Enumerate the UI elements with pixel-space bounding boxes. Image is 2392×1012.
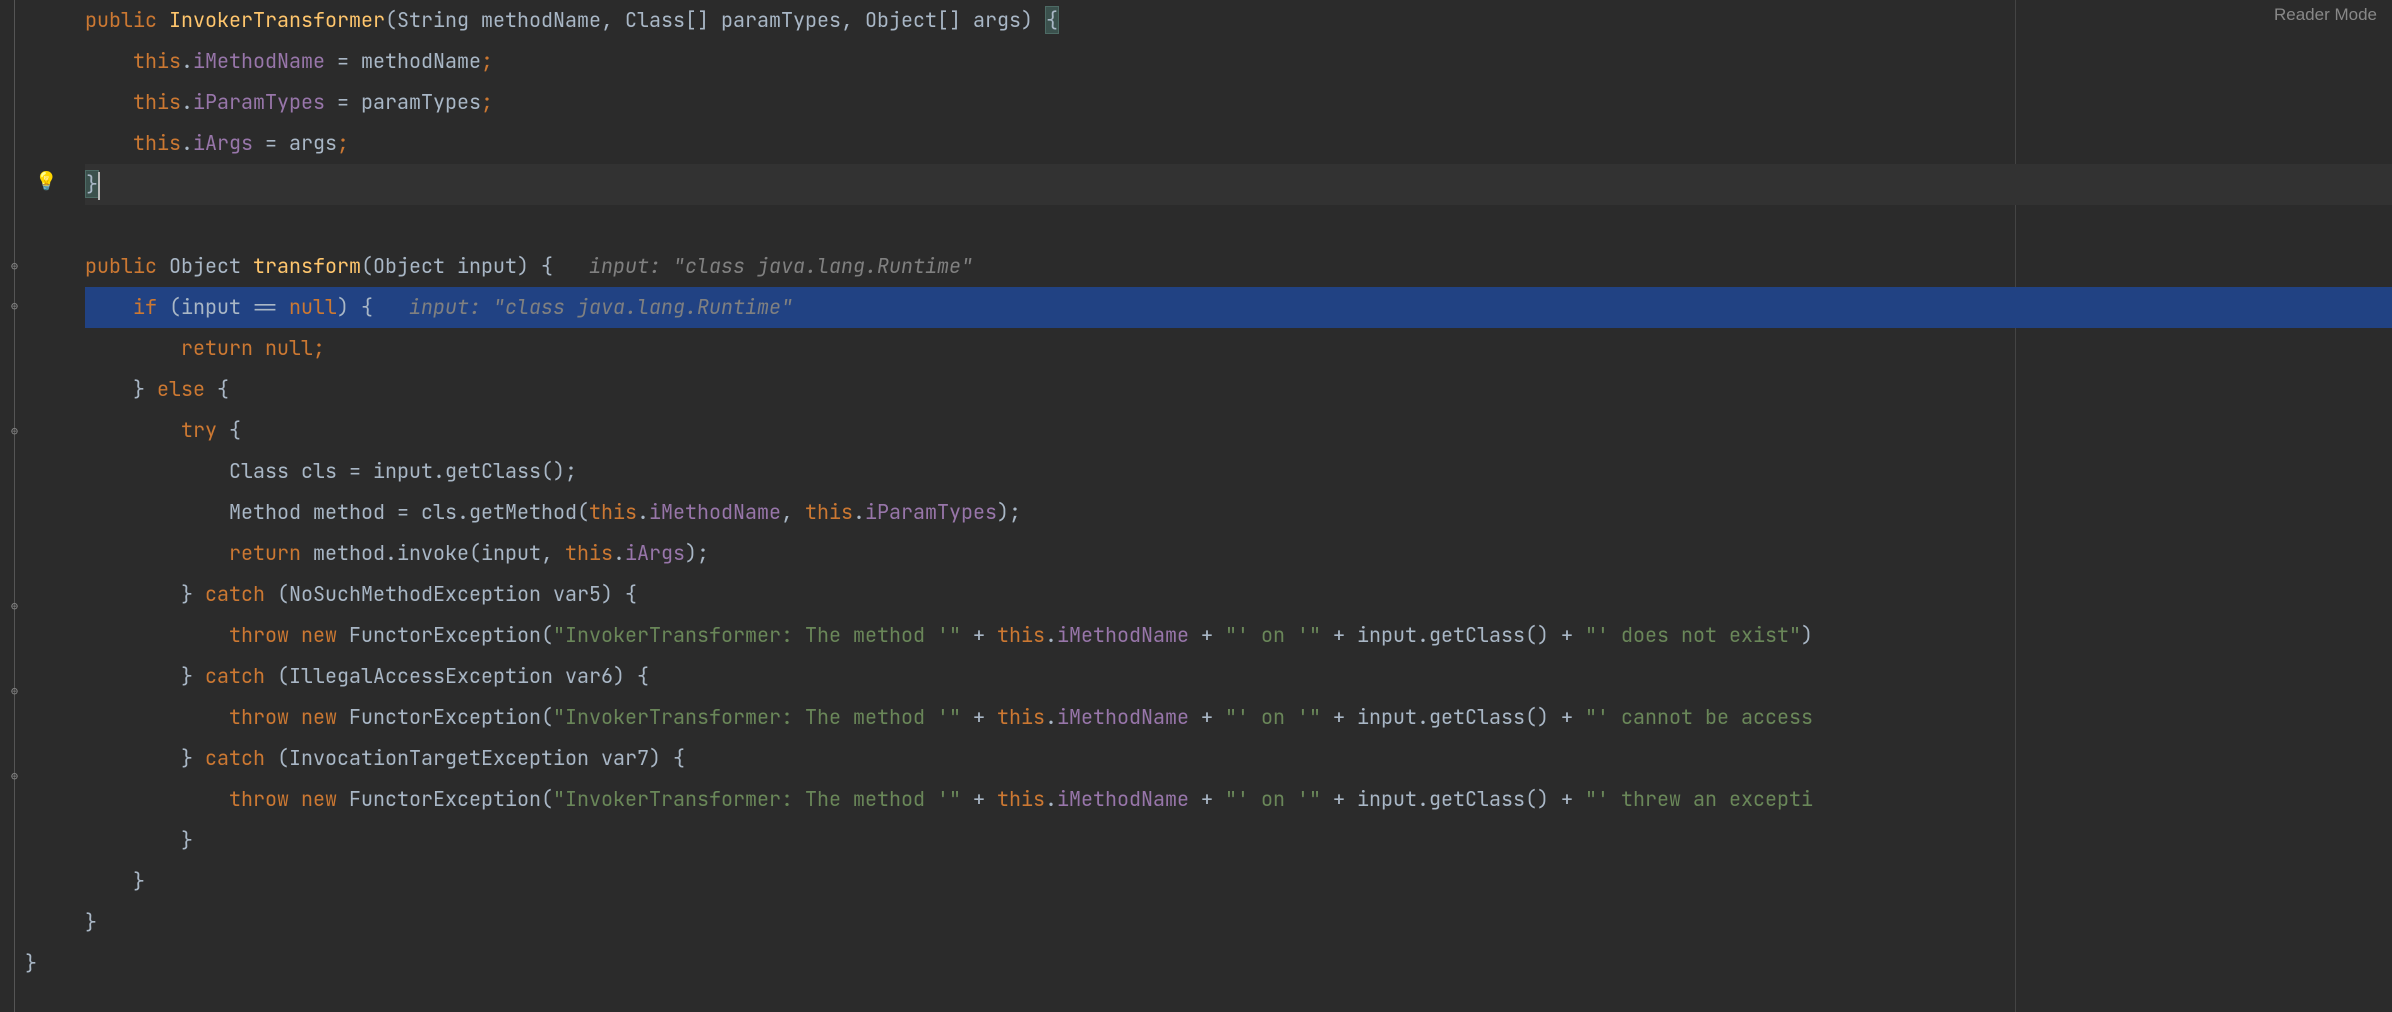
fold-marker-icon[interactable]: ⊖ <box>8 260 21 273</box>
code-line[interactable]: throw new FunctorException("InvokerTrans… <box>85 779 2392 820</box>
code-line[interactable]: } <box>25 943 2392 984</box>
code-area[interactable]: public InvokerTransformer(String methodN… <box>55 0 2392 1012</box>
fold-marker-icon[interactable]: ⊖ <box>8 685 21 698</box>
code-line[interactable]: } <box>85 820 2392 861</box>
fold-marker-icon[interactable]: ⊖ <box>8 600 21 613</box>
fold-marker-icon[interactable]: ⊖ <box>8 425 21 438</box>
code-line[interactable]: } catch (NoSuchMethodException var5) { <box>85 574 2392 615</box>
code-line[interactable]: return null; <box>85 328 2392 369</box>
code-line[interactable]: } <box>85 861 2392 902</box>
code-line[interactable]: } catch (InvocationTargetException var7)… <box>85 738 2392 779</box>
code-line-cursor[interactable]: } <box>85 164 2392 205</box>
brace-match: { <box>1045 6 1059 34</box>
parameter-hint: input: "class java.lang.Runtime" <box>409 294 793 320</box>
code-line[interactable]: Method method = cls.getMethod(this.iMeth… <box>85 492 2392 533</box>
code-line-empty[interactable] <box>85 205 2392 246</box>
code-line[interactable]: this.iMethodName = methodName; <box>85 41 2392 82</box>
gutter[interactable]: 💡 ⊖ ⊖ ⊖ ⊖ ⊖ ⊖ <box>0 0 55 1012</box>
code-line[interactable]: } <box>85 902 2392 943</box>
code-line[interactable]: throw new FunctorException("InvokerTrans… <box>85 697 2392 738</box>
code-line[interactable]: } catch (IllegalAccessException var6) { <box>85 656 2392 697</box>
code-line[interactable]: throw new FunctorException("InvokerTrans… <box>85 615 2392 656</box>
code-editor[interactable]: 💡 ⊖ ⊖ ⊖ ⊖ ⊖ ⊖ public InvokerTransformer(… <box>0 0 2392 1012</box>
caret <box>98 172 100 200</box>
code-line[interactable]: this.iParamTypes = paramTypes; <box>85 82 2392 123</box>
brace-match: } <box>85 170 99 198</box>
code-line[interactable]: } else { <box>85 369 2392 410</box>
code-line[interactable]: Class cls = input.getClass(); <box>85 451 2392 492</box>
code-line[interactable]: public InvokerTransformer(String methodN… <box>85 0 2392 41</box>
parameter-hint: input: "class java.lang.Runtime" <box>589 253 973 279</box>
code-line[interactable]: this.iArgs = args; <box>85 123 2392 164</box>
code-line[interactable]: return method.invoke(input, this.iArgs); <box>85 533 2392 574</box>
fold-marker-icon[interactable]: ⊖ <box>8 770 21 783</box>
code-line[interactable]: try { <box>85 410 2392 451</box>
reader-mode-link[interactable]: Reader Mode <box>2274 5 2377 25</box>
code-line[interactable]: public Object transform(Object input) { … <box>85 246 2392 287</box>
code-line-breakpoint[interactable]: if (input == null) { input: "class java.… <box>85 287 2392 328</box>
fold-marker-icon[interactable]: ⊖ <box>8 300 21 313</box>
